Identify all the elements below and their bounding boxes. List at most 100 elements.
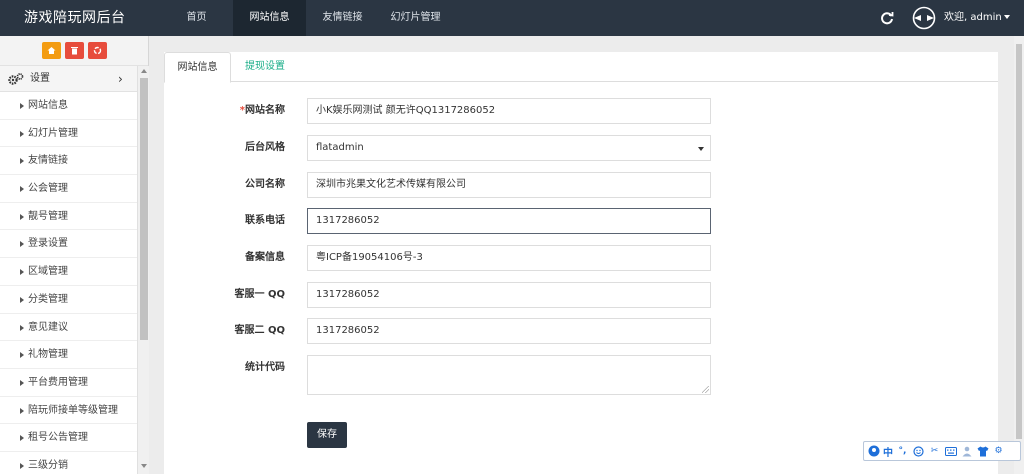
tab-site-info[interactable]: 网站信息 (164, 52, 231, 83)
caret-right-icon (20, 241, 24, 248)
caret-right-icon (20, 324, 24, 331)
tab-bar: 网站信息 提现设置 (164, 52, 998, 83)
punctuation-icon[interactable]: °, (896, 445, 909, 458)
ime-toolbar: 中 °, ✂ ⚙ (863, 441, 1021, 461)
qq1-input[interactable]: 1317286052 (307, 282, 711, 308)
refresh-icon[interactable] (880, 11, 894, 25)
sidebar-item-slides[interactable]: 幻灯片管理 (0, 120, 148, 148)
emoji-icon[interactable] (912, 445, 925, 458)
sidebar-toolbar (0, 36, 148, 66)
caret-right-icon (20, 158, 24, 165)
qq2-label: 客服二 QQ (234, 325, 285, 336)
theme-label: 后台风格 (245, 142, 285, 153)
caret-right-icon (20, 296, 24, 303)
delete-button[interactable] (64, 42, 84, 59)
ime-logo-icon[interactable] (867, 445, 880, 458)
welcome-text: 欢迎, admin (944, 12, 1002, 23)
company-label: 公司名称 (245, 179, 285, 190)
settings-panel: 网站信息 提现设置 *网站名称 小K娱乐网测试 颜无许QQ1317286052 … (164, 52, 998, 474)
shirt-icon[interactable] (976, 445, 989, 458)
user-menu[interactable]: 欢迎, admin (944, 0, 1010, 36)
top-nav: 首页 网站信息 友情链接 幻灯片管理 (160, 0, 452, 36)
nav-site-info[interactable]: 网站信息 (233, 0, 306, 36)
recycle-button[interactable] (87, 42, 107, 59)
sidebar-item-distribution[interactable]: 三级分销 (0, 452, 148, 474)
caret-right-icon (20, 186, 24, 193)
scissors-icon[interactable]: ✂ (928, 445, 941, 458)
company-row: 公司名称 深圳市兆果文化艺术传媒有限公司 (164, 172, 998, 198)
scroll-down-icon[interactable] (141, 464, 147, 468)
sidebar-item-login-settings[interactable]: 登录设置 (0, 230, 148, 259)
icp-row: 备案信息 粤ICP备19054106号-3 (164, 245, 998, 271)
caret-right-icon (20, 379, 24, 386)
caret-right-icon (20, 130, 24, 137)
caret-right-icon (20, 462, 24, 469)
trash-icon (70, 47, 78, 55)
sidebar-item-feedback[interactable]: 意见建议 (0, 314, 148, 342)
caret-right-icon (20, 103, 24, 109)
sidebar: 设置 › 网站信息 幻灯片管理 友情链接 公会管理 靓号管理 登录设置 区域管理… (0, 36, 149, 474)
stats-label: 统计代码 (245, 362, 285, 373)
chevron-right-icon: › (118, 72, 123, 86)
ime-chinese-toggle[interactable]: 中 (883, 444, 893, 459)
phone-label: 联系电话 (245, 215, 285, 226)
sidebar-item-categories[interactable]: 分类管理 (0, 286, 148, 314)
qq2-row: 客服二 QQ 1317286052 (164, 318, 998, 344)
qq1-row: 客服一 QQ 1317286052 (164, 282, 998, 308)
sidebar-scrollbar[interactable] (137, 66, 149, 474)
sidebar-item-friend-links[interactable]: 友情链接 (0, 147, 148, 176)
sidebar-item-platform-fees[interactable]: 平台费用管理 (0, 369, 148, 397)
icp-input[interactable]: 粤ICP备19054106号-3 (307, 245, 711, 271)
sidebar-item-gifts[interactable]: 礼物管理 (0, 341, 148, 369)
main-scroll-thumb[interactable] (1016, 44, 1022, 439)
main-scrollbar[interactable] (1014, 36, 1024, 474)
stats-textarea[interactable] (307, 355, 711, 395)
sidebar-item-regions[interactable]: 区域管理 (0, 258, 148, 286)
qq1-label: 客服一 QQ (234, 289, 285, 300)
icp-label: 备案信息 (245, 252, 285, 263)
sidebar-section-label: 设置 (30, 73, 50, 84)
resize-handle[interactable] (702, 386, 709, 393)
caret-right-icon (20, 435, 24, 442)
caret-right-icon (20, 407, 24, 414)
theme-row: 后台风格 flatadmin (164, 135, 998, 161)
theme-select[interactable]: flatadmin (307, 135, 711, 161)
keyboard-icon[interactable] (944, 445, 957, 458)
main-content: 网站信息 提现设置 *网站名称 小K娱乐网测试 颜无许QQ1317286052 … (150, 36, 1024, 474)
phone-input[interactable]: 1317286052 (307, 208, 711, 234)
theme-selected-value: flatadmin (316, 142, 364, 153)
nav-home[interactable]: 首页 (160, 0, 233, 36)
chevron-down-icon (1003, 15, 1010, 19)
user-icon[interactable] (960, 445, 973, 458)
sidebar-item-site-info[interactable]: 网站信息 (0, 92, 148, 120)
qq2-input[interactable]: 1317286052 (307, 318, 711, 344)
gears-icon (8, 73, 24, 85)
sidebar-scroll-thumb[interactable] (140, 78, 148, 340)
gear-icon[interactable]: ⚙ (992, 445, 1005, 458)
site-name-row: *网站名称 小K娱乐网测试 颜无许QQ1317286052 (164, 98, 998, 124)
sidebar-section-settings[interactable]: 设置 › (0, 66, 148, 92)
phone-row: 联系电话 1317286052 (164, 208, 998, 234)
nav-slides[interactable]: 幻灯片管理 (379, 0, 452, 36)
caret-right-icon (20, 269, 24, 276)
scroll-up-icon[interactable] (141, 69, 147, 73)
sidebar-item-vanity-numbers[interactable]: 靓号管理 (0, 203, 148, 231)
app-title: 游戏陪玩网后台 (24, 10, 126, 26)
site-name-input[interactable]: 小K娱乐网测试 颜无许QQ1317286052 (307, 98, 711, 124)
save-button[interactable]: 保存 (307, 422, 347, 448)
chevron-down-icon (698, 147, 704, 151)
company-input[interactable]: 深圳市兆果文化艺术传媒有限公司 (307, 172, 711, 198)
tab-withdraw-settings[interactable]: 提现设置 (235, 52, 295, 83)
home-button[interactable] (41, 42, 61, 59)
caret-right-icon (20, 352, 24, 359)
sidebar-item-companion-levels[interactable]: 陪玩师接单等级管理 (0, 397, 148, 425)
recycle-icon (93, 46, 101, 55)
nav-friend-links[interactable]: 友情链接 (306, 0, 379, 36)
sidebar-item-rental-notices[interactable]: 租号公告管理 (0, 424, 148, 452)
caret-right-icon (20, 213, 24, 220)
sidebar-item-guild[interactable]: 公会管理 (0, 175, 148, 203)
user-avatar-icon[interactable] (912, 6, 936, 30)
stats-row: 统计代码 (164, 355, 998, 395)
site-name-label: *网站名称 (239, 105, 285, 116)
home-icon (47, 47, 55, 54)
